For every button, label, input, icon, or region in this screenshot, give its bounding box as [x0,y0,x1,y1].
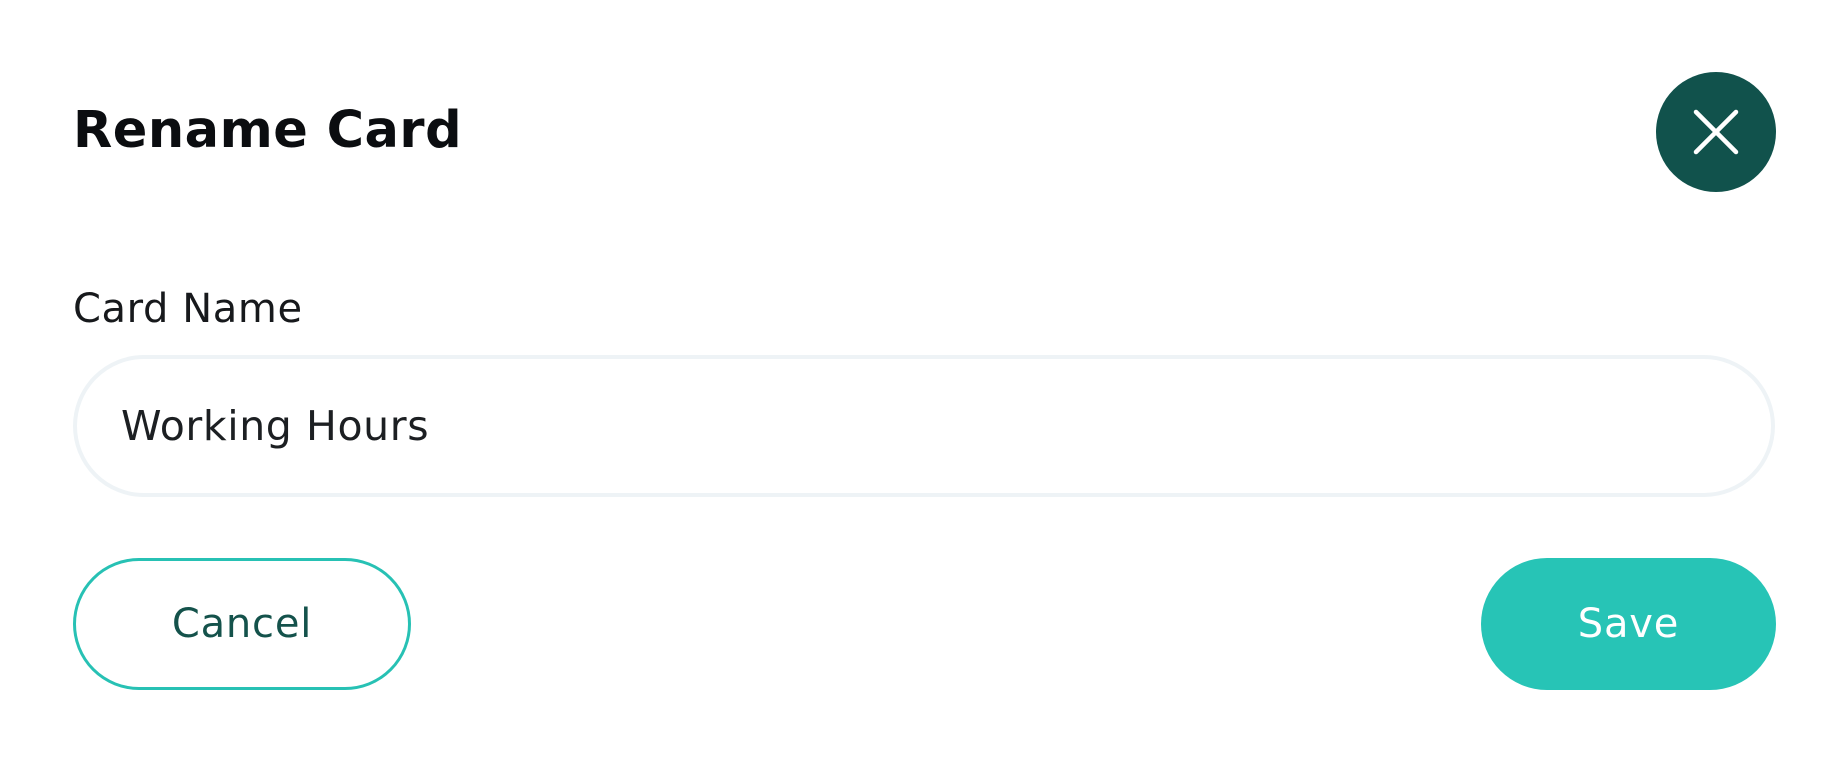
save-button[interactable]: Save [1481,558,1776,690]
close-button[interactable] [1656,72,1776,192]
cancel-button[interactable]: Cancel [73,558,411,690]
card-name-input[interactable] [73,355,1775,497]
card-name-label: Card Name [73,286,303,332]
close-icon [1690,106,1742,158]
rename-card-dialog: Rename Card Card Name Cancel Save [0,0,1848,762]
dialog-title: Rename Card [73,101,463,160]
